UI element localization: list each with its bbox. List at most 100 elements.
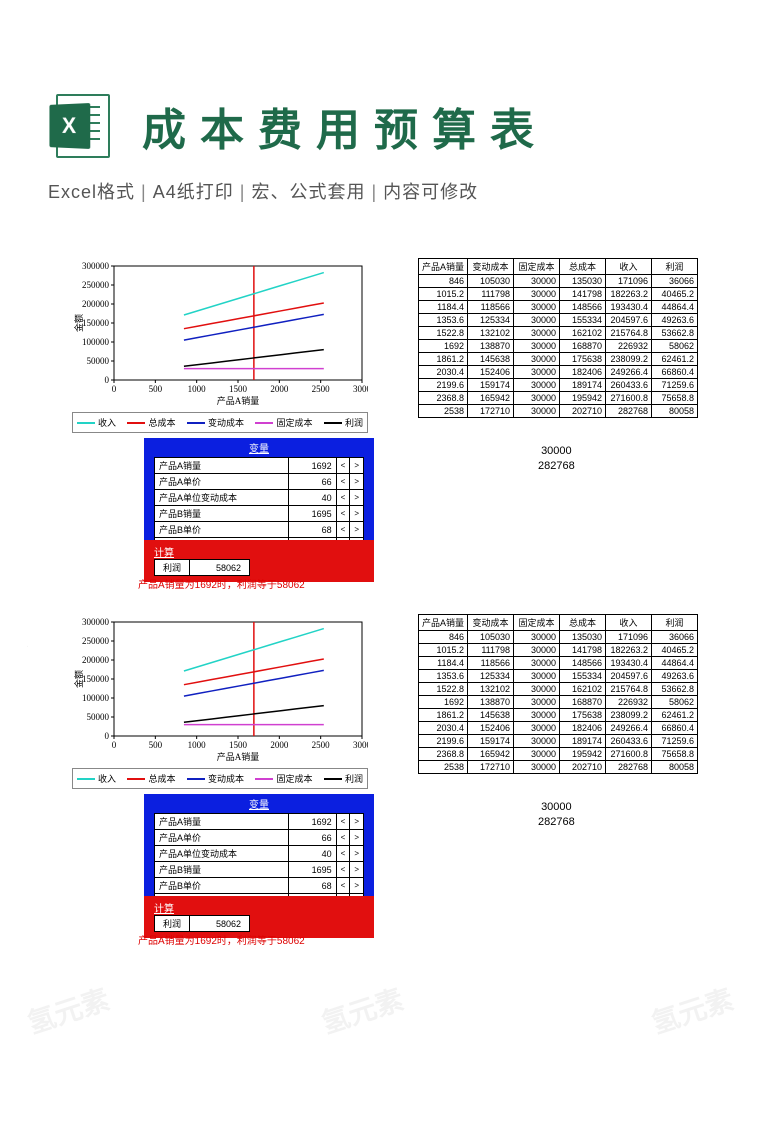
subtitle-item: 宏、公式套用 bbox=[240, 182, 366, 202]
svg-text:2500: 2500 bbox=[312, 384, 331, 394]
spin-down-button[interactable]: < bbox=[336, 490, 350, 506]
data-table-cell: 141798 bbox=[560, 644, 606, 657]
svg-text:0: 0 bbox=[105, 375, 110, 385]
variable-value[interactable]: 1695 bbox=[288, 862, 336, 878]
mid-number-b: 282768 bbox=[538, 815, 575, 830]
data-table-cell: 30000 bbox=[514, 327, 560, 340]
data-table-cell: 260433.6 bbox=[606, 379, 652, 392]
variable-value[interactable]: 68 bbox=[288, 878, 336, 894]
variable-value[interactable]: 1692 bbox=[288, 814, 336, 830]
spin-down-button[interactable]: < bbox=[336, 506, 350, 522]
data-table-cell: 30000 bbox=[514, 644, 560, 657]
data-table-cell: 145638 bbox=[468, 353, 514, 366]
data-table-cell: 30000 bbox=[514, 275, 560, 288]
data-table-cell: 238099.2 bbox=[606, 353, 652, 366]
svg-text:250000: 250000 bbox=[82, 280, 110, 290]
variable-value[interactable]: 1695 bbox=[288, 506, 336, 522]
data-table-cell: 30000 bbox=[514, 761, 560, 774]
svg-text:2000: 2000 bbox=[270, 740, 289, 750]
data-table-cell: 1353.6 bbox=[419, 670, 468, 683]
data-table-cell: 44864.4 bbox=[652, 657, 698, 670]
variable-value[interactable]: 66 bbox=[288, 830, 336, 846]
variable-label: 产品A单价 bbox=[155, 830, 289, 846]
data-table-cell: 30000 bbox=[514, 683, 560, 696]
data-table-cell: 1015.2 bbox=[419, 288, 468, 301]
data-table-cell: 168870 bbox=[560, 696, 606, 709]
data-table-cell: 189174 bbox=[560, 735, 606, 748]
spin-up-button[interactable]: > bbox=[350, 878, 364, 894]
spin-down-button[interactable]: < bbox=[336, 814, 350, 830]
data-table-cell: 155334 bbox=[560, 670, 606, 683]
data-table-cell: 2368.8 bbox=[419, 392, 468, 405]
spin-down-button[interactable]: < bbox=[336, 458, 350, 474]
data-table-cell: 30000 bbox=[514, 340, 560, 353]
data-table-cell: 155334 bbox=[560, 314, 606, 327]
data-table-cell: 202710 bbox=[560, 761, 606, 774]
watermark: 氢元素 bbox=[646, 978, 738, 1042]
spin-up-button[interactable]: > bbox=[350, 522, 364, 538]
legend-item: 收入 bbox=[77, 416, 116, 429]
variable-value[interactable]: 1692 bbox=[288, 458, 336, 474]
data-table-cell: 62461.2 bbox=[652, 353, 698, 366]
spin-up-button[interactable]: > bbox=[350, 862, 364, 878]
spin-up-button[interactable]: > bbox=[350, 474, 364, 490]
data-table-cell: 118566 bbox=[468, 657, 514, 670]
svg-text:0: 0 bbox=[112, 384, 117, 394]
data-table-header: 利润 bbox=[652, 615, 698, 631]
spin-down-button[interactable]: < bbox=[336, 522, 350, 538]
legend-item: 利润 bbox=[324, 772, 363, 785]
data-table-cell: 80058 bbox=[652, 405, 698, 418]
data-table-header: 固定成本 bbox=[514, 259, 560, 275]
spin-down-button[interactable]: < bbox=[336, 862, 350, 878]
legend-item: 固定成本 bbox=[255, 772, 312, 785]
data-table-cell: 215764.8 bbox=[606, 683, 652, 696]
data-table-header: 变动成本 bbox=[468, 615, 514, 631]
svg-text:金额: 金额 bbox=[73, 314, 84, 332]
data-table-cell: 30000 bbox=[514, 366, 560, 379]
spin-down-button[interactable]: < bbox=[336, 846, 350, 862]
svg-text:3000: 3000 bbox=[353, 384, 368, 394]
data-table-cell: 171096 bbox=[606, 275, 652, 288]
svg-text:产品A销量: 产品A销量 bbox=[217, 395, 260, 406]
svg-text:0: 0 bbox=[105, 731, 110, 741]
svg-text:50000: 50000 bbox=[87, 356, 110, 366]
data-table-cell: 138870 bbox=[468, 696, 514, 709]
data-table-cell: 58062 bbox=[652, 696, 698, 709]
remark-text: 产品A销量为1692时，利润等于58062 bbox=[138, 576, 305, 591]
spin-up-button[interactable]: > bbox=[350, 506, 364, 522]
data-table-cell: 172710 bbox=[468, 405, 514, 418]
data-table-header: 收入 bbox=[606, 615, 652, 631]
data-table-cell: 148566 bbox=[560, 301, 606, 314]
spin-up-button[interactable]: > bbox=[350, 458, 364, 474]
svg-text:300000: 300000 bbox=[82, 261, 110, 271]
spin-up-button[interactable]: > bbox=[350, 814, 364, 830]
data-table-cell: 118566 bbox=[468, 301, 514, 314]
spin-down-button[interactable]: < bbox=[336, 878, 350, 894]
data-table-cell: 195942 bbox=[560, 392, 606, 405]
data-table-cell: 846 bbox=[419, 275, 468, 288]
data-table-cell: 30000 bbox=[514, 722, 560, 735]
spin-down-button[interactable]: < bbox=[336, 830, 350, 846]
data-table-cell: 175638 bbox=[560, 709, 606, 722]
spin-up-button[interactable]: > bbox=[350, 490, 364, 506]
variable-value[interactable]: 40 bbox=[288, 846, 336, 862]
variable-value[interactable]: 68 bbox=[288, 522, 336, 538]
data-table-cell: 182263.2 bbox=[606, 644, 652, 657]
variable-value[interactable]: 66 bbox=[288, 474, 336, 490]
data-table-cell: 238099.2 bbox=[606, 709, 652, 722]
preview-sheet-2: 0500001000001500002000002500003000000500… bbox=[28, 608, 742, 930]
subtitle-line: Excel格式 A4纸打印 宏、公式套用 内容可修改 bbox=[48, 178, 478, 204]
variable-value[interactable]: 40 bbox=[288, 490, 336, 506]
spin-up-button[interactable]: > bbox=[350, 830, 364, 846]
data-table-cell: 30000 bbox=[514, 631, 560, 644]
mid-number-a: 30000 bbox=[538, 444, 575, 459]
subtitle-item: A4纸打印 bbox=[141, 182, 234, 202]
spin-up-button[interactable]: > bbox=[350, 846, 364, 862]
spin-down-button[interactable]: < bbox=[336, 474, 350, 490]
data-table-cell: 62461.2 bbox=[652, 709, 698, 722]
data-table-cell: 125334 bbox=[468, 670, 514, 683]
mid-number-a: 30000 bbox=[538, 800, 575, 815]
data-table-cell: 53662.8 bbox=[652, 683, 698, 696]
variable-label: 产品A销量 bbox=[155, 814, 289, 830]
legend-item: 总成本 bbox=[127, 416, 175, 429]
